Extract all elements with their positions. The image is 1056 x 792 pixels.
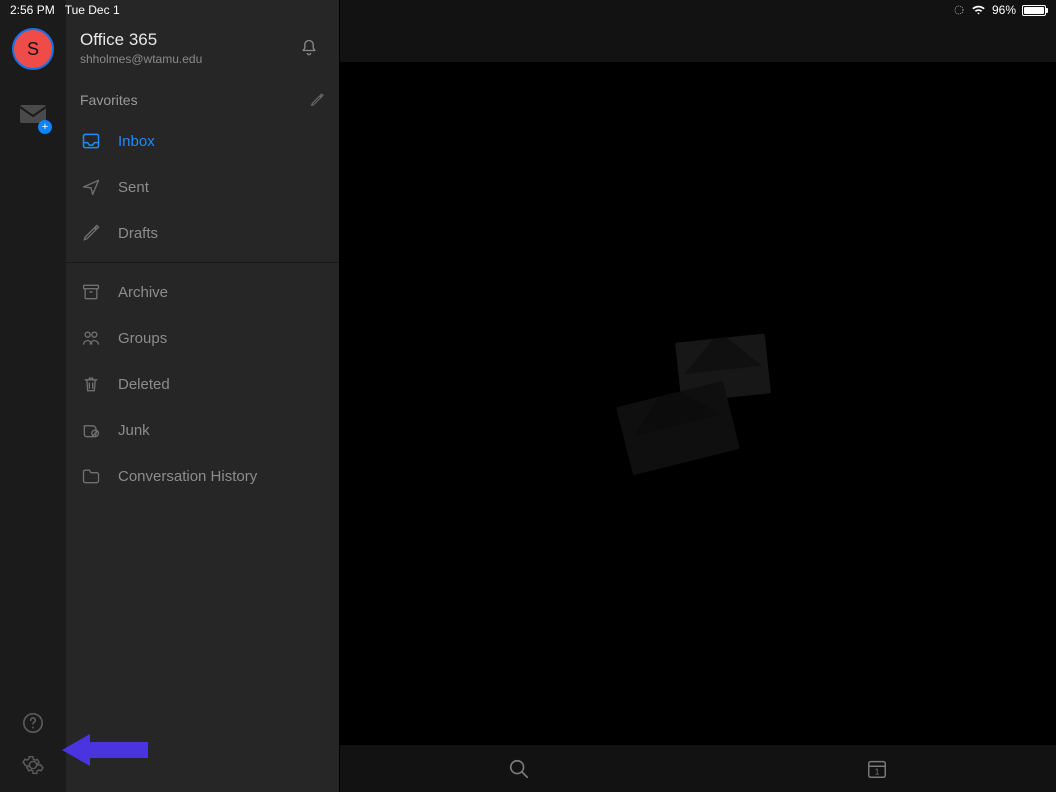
battery-icon <box>1022 5 1046 16</box>
account-service-name: Office 365 <box>80 30 293 50</box>
folder-inbox[interactable]: Inbox <box>66 118 339 164</box>
junk-icon <box>80 420 102 440</box>
compose-mail-button[interactable]: + <box>16 98 50 132</box>
folder-deleted[interactable]: Deleted <box>66 361 339 407</box>
status-bar: 2:56 PM Tue Dec 1 96% <box>0 0 1056 20</box>
folder-label: Junk <box>118 422 150 439</box>
archive-icon <box>80 282 102 302</box>
dnd-icon <box>953 4 965 16</box>
groups-icon <box>80 328 102 348</box>
calendar-icon: 1 <box>866 758 888 780</box>
search-tab[interactable] <box>468 750 570 788</box>
gear-icon <box>22 754 44 776</box>
folder-label: Sent <box>118 179 149 196</box>
pencil-icon <box>309 92 325 108</box>
folder-label: Groups <box>118 330 167 347</box>
folder-label: Drafts <box>118 225 158 242</box>
calendar-tab[interactable]: 1 <box>826 750 928 788</box>
folder-sent[interactable]: Sent <box>66 164 339 210</box>
help-icon <box>22 712 44 734</box>
profile-avatar[interactable]: S <box>12 28 54 70</box>
status-date: Tue Dec 1 <box>65 3 120 17</box>
folder-groups[interactable]: Groups <box>66 315 339 361</box>
favorites-folder-list: Inbox Sent Drafts <box>66 118 339 256</box>
folder-conversation-history[interactable]: Conversation History <box>66 453 339 499</box>
folder-sidebar: Office 365 shholmes@wtamu.edu Favorites … <box>66 0 340 792</box>
content-pane: 1 <box>340 0 1056 792</box>
left-rail: S + <box>0 0 66 792</box>
account-email: shholmes@wtamu.edu <box>80 52 293 66</box>
help-button[interactable] <box>22 712 44 734</box>
sidebar-divider <box>66 262 339 263</box>
folder-label: Deleted <box>118 376 170 393</box>
folder-label: Conversation History <box>118 468 257 485</box>
inbox-icon <box>80 131 102 151</box>
folder-junk[interactable]: Junk <box>66 407 339 453</box>
sent-icon <box>80 177 102 197</box>
drafts-icon <box>80 223 102 243</box>
folder-label: Archive <box>118 284 168 301</box>
plus-badge-icon: + <box>38 120 52 134</box>
bell-icon <box>299 38 319 58</box>
status-time: 2:56 PM <box>10 3 55 17</box>
empty-state <box>340 62 1056 744</box>
svg-text:1: 1 <box>875 767 880 776</box>
battery-percent: 96% <box>992 3 1016 17</box>
settings-button[interactable] <box>22 754 44 776</box>
avatar-initial: S <box>27 39 39 60</box>
edit-favorites-button[interactable] <box>309 92 325 108</box>
more-folders-list: Archive Groups Deleted Junk Conversation His… <box>66 269 339 499</box>
folder-label: Inbox <box>118 133 155 150</box>
wifi-icon <box>971 4 986 16</box>
folder-drafts[interactable]: Drafts <box>66 210 339 256</box>
notifications-button[interactable] <box>293 32 325 64</box>
trash-icon <box>80 374 102 394</box>
search-icon <box>508 758 530 780</box>
favorites-label: Favorites <box>80 92 138 108</box>
favorites-section-header: Favorites <box>66 84 339 118</box>
folder-archive[interactable]: Archive <box>66 269 339 315</box>
bottom-tab-bar: 1 <box>340 744 1056 792</box>
empty-mail-illustration <box>623 333 773 473</box>
folder-icon <box>80 466 102 486</box>
